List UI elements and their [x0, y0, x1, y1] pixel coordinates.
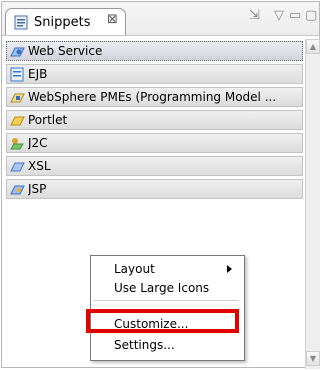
- drawer-websphere-pmes[interactable]: WebSphere PMEs (Programming Model ...: [6, 87, 303, 107]
- customize-palette-icon[interactable]: ⇲: [249, 8, 260, 23]
- scroll-down-icon[interactable]: ▼: [306, 351, 320, 366]
- drawer-label: WebSphere PMEs (Programming Model ...: [28, 90, 277, 104]
- xsl-icon: [10, 162, 25, 172]
- view-tab-bar: Snippets ⊠ ⇲ ▽ ▭ ▢: [2, 2, 319, 36]
- drawer-label: XSL: [28, 159, 51, 173]
- drawer-label: EJB: [28, 67, 48, 81]
- menu-item-label: Use Large Icons: [114, 281, 210, 295]
- jsp-icon: [10, 185, 25, 195]
- maximize-icon[interactable]: ▢: [305, 8, 317, 23]
- menu-separator: [94, 300, 239, 301]
- drawer-ejb[interactable]: EJB: [6, 64, 303, 84]
- drawer-xsl[interactable]: XSL: [6, 156, 303, 176]
- close-icon[interactable]: ⊠: [107, 12, 118, 27]
- menu-item-label: Customize...: [114, 317, 189, 331]
- drawer-portlet[interactable]: Portlet: [6, 110, 303, 130]
- portlet-icon: [10, 116, 25, 126]
- web-service-icon: [10, 47, 25, 57]
- menu-item-settings[interactable]: Settings...: [91, 336, 242, 355]
- drawer-label: JSP: [28, 182, 47, 196]
- menu-item-label: Settings...: [114, 338, 175, 352]
- drawer-label: Web Service: [28, 44, 103, 58]
- drawer-jsp[interactable]: JSP: [6, 179, 303, 199]
- vertical-scrollbar[interactable]: ▲ ▼: [305, 39, 320, 369]
- tab-title: Snippets: [34, 15, 91, 30]
- j2c-icon: [10, 138, 24, 150]
- websphere-pme-icon: [10, 93, 25, 103]
- menu-item-label: Layout: [114, 262, 155, 276]
- menu-item-layout[interactable]: Layout: [91, 260, 242, 279]
- context-menu: Layout Use Large Icons Customize... Sett…: [90, 255, 245, 361]
- view-menu-icon[interactable]: ▽: [274, 8, 284, 23]
- submenu-arrow-icon: [227, 265, 232, 273]
- drawer-j2c[interactable]: J2C: [6, 133, 303, 153]
- tab-snippets[interactable]: Snippets ⊠: [5, 8, 126, 35]
- ejb-icon: [10, 67, 24, 82]
- snippets-icon: [14, 15, 28, 30]
- drawer-label: J2C: [28, 136, 48, 150]
- menu-item-customize[interactable]: Customize...: [91, 315, 242, 334]
- drawer-label: Portlet: [28, 113, 68, 127]
- minimize-icon[interactable]: ▭: [289, 8, 301, 23]
- scroll-up-icon[interactable]: ▲: [306, 39, 320, 54]
- drawer-web-service[interactable]: Web Service: [6, 41, 303, 61]
- menu-item-use-large-icons[interactable]: Use Large Icons: [91, 279, 242, 298]
